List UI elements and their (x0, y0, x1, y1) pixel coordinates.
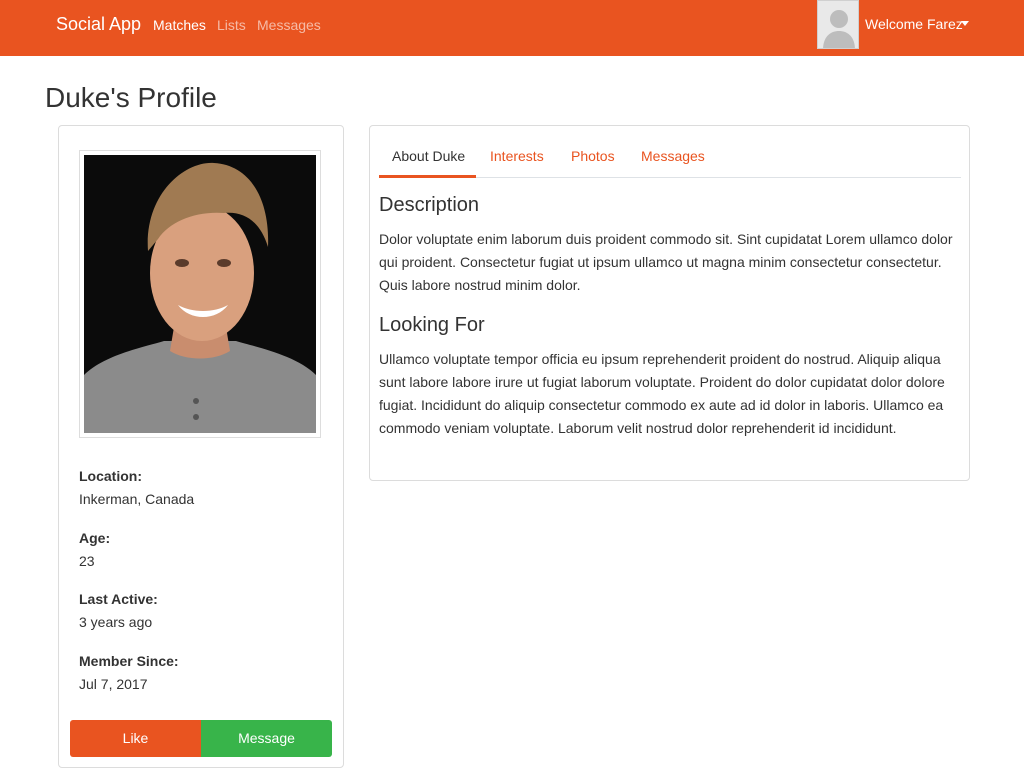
profile-photo-image (84, 155, 316, 433)
member-since-label: Member Since: (79, 653, 179, 669)
nav-matches-link[interactable]: Matches (153, 17, 206, 33)
tab-photos[interactable]: Photos (571, 148, 615, 164)
tab-messages[interactable]: Messages (641, 148, 705, 164)
user-silhouette-icon (818, 1, 858, 48)
top-navbar: Social App Matches Lists Messages Welcom… (0, 0, 1024, 56)
profile-tabs-card: About Duke Interests Photos Messages Des… (369, 125, 970, 481)
description-heading: Description (379, 194, 480, 216)
user-avatar[interactable] (817, 0, 859, 49)
page-title: Duke's Profile (45, 82, 217, 113)
looking-for-heading: Looking For (379, 314, 485, 336)
welcome-dropdown[interactable]: Welcome Farez (865, 16, 963, 32)
profile-card: Location: Inkerman, Canada Age: 23 Last … (58, 125, 344, 768)
profile-photo (79, 150, 321, 438)
brand-link[interactable]: Social App (56, 14, 141, 35)
location-value: Inkerman, Canada (79, 491, 195, 507)
location-label: Location: (79, 468, 142, 484)
tab-interests[interactable]: Interests (490, 148, 544, 164)
caret-down-icon[interactable] (961, 21, 969, 26)
age-label: Age: (79, 530, 111, 546)
looking-for-text: Ullamco voluptate tempor officia eu ipsu… (379, 351, 945, 436)
message-button[interactable]: Message (201, 720, 332, 757)
nav-messages-link[interactable]: Messages (257, 17, 321, 33)
description-text: Dolor voluptate enim laborum duis proide… (379, 231, 953, 293)
member-since-value: Jul 7, 2017 (79, 676, 148, 692)
tab-about[interactable]: About Duke (392, 148, 465, 164)
active-tab-indicator (379, 175, 476, 178)
like-button[interactable]: Like (70, 720, 201, 757)
nav-lists-link[interactable]: Lists (217, 17, 246, 33)
age-value: 23 (79, 553, 95, 569)
last-active-value: 3 years ago (79, 614, 153, 630)
last-active-label: Last Active: (79, 591, 158, 607)
